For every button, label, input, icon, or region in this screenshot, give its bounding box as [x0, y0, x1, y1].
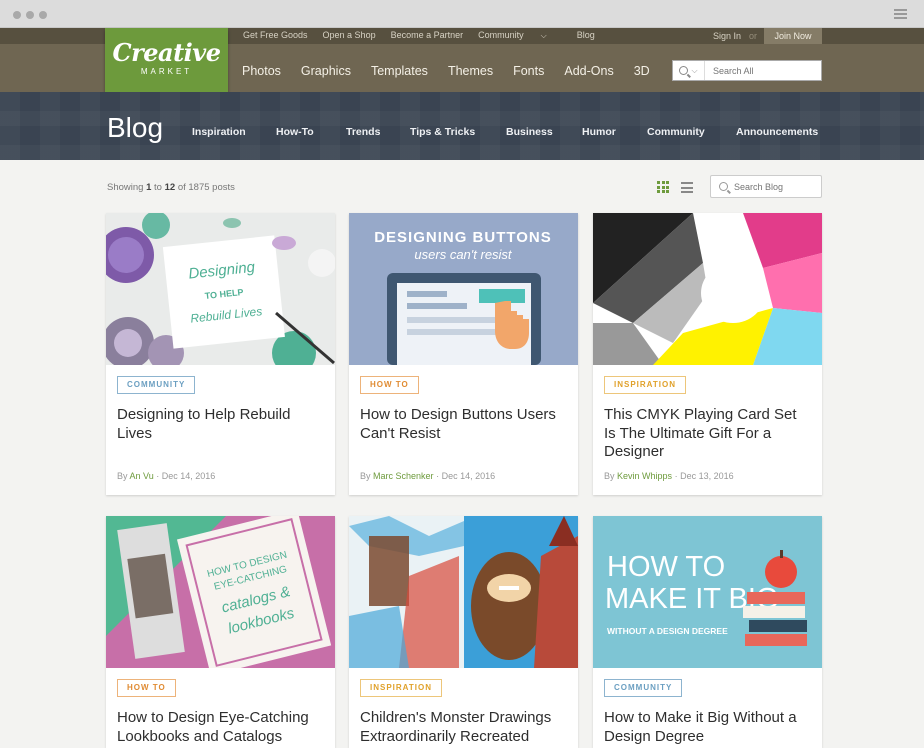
blog-nav-inspiration[interactable]: Inspiration — [192, 126, 246, 138]
card-image — [349, 516, 578, 668]
grid-view-icon[interactable] — [657, 181, 669, 193]
blog-card[interactable]: HOW TO DESIGN EYE-CATCHING catalogs & lo… — [106, 516, 335, 748]
showing-suffix: of 1875 posts — [177, 182, 235, 193]
card-date: · Dec 13, 2016 — [674, 471, 734, 481]
card-meta: By An Vu · Dec 14, 2016 — [117, 471, 215, 481]
browser-chrome — [0, 0, 924, 28]
join-now-button[interactable]: Join Now — [764, 28, 822, 44]
blog-card[interactable]: INSPIRATION This CMYK Playing Card Set I… — [593, 213, 822, 495]
main-nav: Photos Graphics Templates Themes Fonts A… — [242, 64, 670, 78]
search-all-input[interactable] — [713, 65, 813, 76]
blog-title: Blog — [107, 112, 164, 143]
top-link-blog[interactable]: Blog — [577, 30, 595, 41]
card-image: Designing TO HELP Rebuild Lives — [106, 213, 335, 365]
creative-market-logo[interactable]: Creative MARKET — [105, 28, 228, 100]
nav-3d[interactable]: 3D — [634, 64, 650, 78]
window-dot-icon — [26, 11, 34, 19]
top-link-partner[interactable]: Become a Partner — [391, 30, 464, 41]
list-view-icon[interactable] — [681, 182, 693, 193]
meta-by: By — [604, 471, 615, 481]
top-link-open-shop[interactable]: Open a Shop — [323, 30, 376, 41]
window-dot-icon — [13, 11, 21, 19]
top-link-community[interactable]: Community ⌵ — [478, 30, 562, 41]
nav-photos[interactable]: Photos — [242, 64, 281, 78]
blog-nav-how-to[interactable]: How-To — [276, 126, 314, 138]
card-tag[interactable]: COMMUNITY — [117, 376, 196, 394]
blog-nav-community[interactable]: Community — [647, 126, 705, 138]
card-image — [593, 213, 822, 365]
card-image: HOW TO DESIGN EYE-CATCHING catalogs & lo… — [106, 516, 335, 668]
logo-wordmark: Creative — [112, 38, 221, 67]
card-title[interactable]: Designing to Help Rebuild Lives — [117, 406, 322, 443]
card-tag[interactable]: INSPIRATION — [604, 376, 686, 394]
card-tag[interactable]: HOW TO — [117, 679, 176, 697]
card-title[interactable]: Children's Monster Drawings Extraordinar… — [360, 709, 565, 746]
chevron-down-icon: ⌵ — [540, 31, 547, 40]
card-meta: By Marc Schenker · Dec 14, 2016 — [360, 471, 495, 481]
or-text: or — [749, 31, 758, 41]
blog-nav-tips-tricks[interactable]: Tips & Tricks — [410, 126, 475, 138]
nav-fonts[interactable]: Fonts — [513, 64, 544, 78]
blog-nav-humor[interactable]: Humor — [582, 126, 616, 138]
blog-nav-business[interactable]: Business — [506, 126, 553, 138]
top-link-free-goods[interactable]: Get Free Goods — [243, 30, 308, 41]
window-dot-icon — [39, 11, 47, 19]
search-category-dropdown[interactable]: ⌵ — [673, 61, 705, 80]
card-author[interactable]: Marc Schenker — [373, 471, 434, 481]
blog-search-input[interactable] — [734, 181, 814, 192]
card-title[interactable]: How to Design Eye-Catching Lookbooks and… — [117, 709, 322, 746]
nav-graphics[interactable]: Graphics — [301, 64, 351, 78]
blog-nav-announcements[interactable]: Announcements — [736, 126, 818, 138]
showing-to-word: to — [154, 182, 162, 193]
card-date: · Dec 14, 2016 — [436, 471, 496, 481]
search-all: ⌵ — [672, 60, 822, 81]
blog-card[interactable]: DESIGNING BUTTONS users can't resist HOW… — [349, 213, 578, 495]
top-link-community-label: Community — [478, 30, 524, 40]
nav-themes[interactable]: Themes — [448, 64, 493, 78]
hamburger-menu-icon[interactable] — [894, 9, 907, 19]
card-image-text: DESIGNING BUTTONS — [374, 229, 552, 246]
card-tag[interactable]: INSPIRATION — [360, 679, 442, 697]
card-meta: By Kevin Whipps · Dec 13, 2016 — [604, 471, 734, 481]
card-title[interactable]: This CMYK Playing Card Set Is The Ultima… — [604, 406, 809, 462]
blog-card[interactable]: Designing TO HELP Rebuild Lives COMMUNIT… — [106, 213, 335, 495]
showing-from: 1 — [146, 182, 152, 193]
meta-by: By — [117, 471, 128, 481]
nav-templates[interactable]: Templates — [371, 64, 428, 78]
results-count: Showing 1 to 12 of 1875 posts — [107, 182, 235, 193]
card-image: DESIGNING BUTTONS users can't resist — [349, 213, 578, 365]
top-links: Get Free Goods Open a Shop Become a Part… — [243, 30, 610, 41]
card-tag[interactable]: HOW TO — [360, 376, 419, 394]
search-icon — [679, 66, 689, 75]
blog-card[interactable]: HOW TO MAKE IT BIG WITHOUT A DESIGN DEGR… — [593, 516, 822, 748]
showing-to: 12 — [164, 182, 176, 193]
card-title[interactable]: How to Make it Big Without a Design Degr… — [604, 709, 809, 746]
search-icon — [719, 182, 728, 191]
card-author[interactable]: An Vu — [130, 471, 154, 481]
card-image: HOW TO MAKE IT BIG WITHOUT A DESIGN DEGR… — [593, 516, 822, 668]
card-image-text: HOW TO — [607, 551, 725, 583]
meta-by: By — [360, 471, 371, 481]
blog-nav-trends[interactable]: Trends — [346, 126, 380, 138]
nav-add-ons[interactable]: Add-Ons — [564, 64, 613, 78]
blog-search — [710, 175, 822, 198]
blog-card[interactable]: INSPIRATION Children's Monster Drawings … — [349, 516, 578, 748]
chevron-down-icon: ⌵ — [691, 65, 698, 75]
blog-header: Blog Inspiration How-To Trends Tips & Tr… — [0, 92, 924, 160]
card-author[interactable]: Kevin Whipps — [617, 471, 672, 481]
sign-in-link[interactable]: Sign In — [713, 31, 741, 41]
card-tag[interactable]: COMMUNITY — [604, 679, 683, 697]
card-image-text: users can't resist — [414, 247, 513, 262]
showing-prefix: Showing — [107, 182, 144, 193]
card-date: · Dec 14, 2016 — [156, 471, 216, 481]
logo-subtitle: MARKET — [140, 67, 193, 76]
card-image-text: WITHOUT A DESIGN DEGREE — [607, 626, 728, 636]
card-title[interactable]: How to Design Buttons Users Can't Resist — [360, 406, 565, 443]
